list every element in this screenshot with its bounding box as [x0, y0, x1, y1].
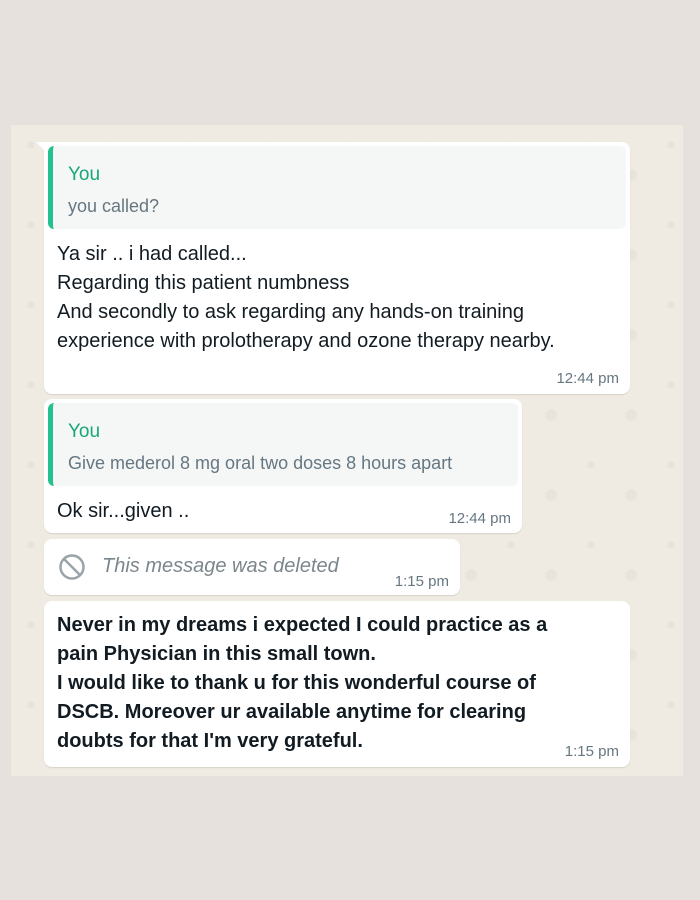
message-time: 12:44 pm: [556, 370, 619, 387]
quoted-message[interactable]: You Give mederol 8 mg oral two doses 8 h…: [48, 403, 518, 486]
quote-text: Give mederol 8 mg oral two doses 8 hours…: [68, 453, 453, 473]
blocked-circle-icon: [58, 553, 86, 581]
message-bubble[interactable]: You Give mederol 8 mg oral two doses 8 h…: [44, 399, 522, 533]
message-time: 12:44 pm: [448, 510, 511, 527]
quote-author: You: [68, 421, 101, 442]
message-line: Never in my dreams i expected I could pr…: [57, 614, 548, 636]
deleted-message-text: This message was deleted: [102, 555, 339, 577]
quote-author: You: [68, 164, 101, 185]
quoted-message[interactable]: You you called?: [48, 146, 626, 229]
message-line: I would like to thank u for this wonderf…: [57, 672, 536, 694]
message-line: Regarding this patient numbness: [57, 272, 350, 294]
message-time: 1:15 pm: [394, 573, 449, 590]
deleted-message-bubble[interactable]: This message was deleted 1:15 pm: [44, 539, 460, 595]
message-line: And secondly to ask regarding any hands-…: [57, 301, 524, 323]
message-line: pain Physician in this small town.: [57, 643, 376, 665]
message-time: 1:15 pm: [564, 743, 619, 760]
quote-text: you called?: [68, 196, 160, 216]
message-line: DSCB. Moreover ur available anytime for …: [57, 701, 527, 723]
chat-area: You you called? Ya sir .. i had called..…: [11, 125, 683, 776]
message-bubble[interactable]: You you called? Ya sir .. i had called..…: [36, 142, 630, 394]
message-line: doubts for that I'm very grateful.: [57, 730, 363, 752]
message-line: Ok sir...given ..: [57, 500, 190, 522]
message-line: experience with prolotherapy and ozone t…: [57, 330, 555, 352]
bubble-tail: [36, 142, 46, 152]
message-bubble[interactable]: Never in my dreams i expected I could pr…: [44, 601, 630, 767]
message-line: Ya sir .. i had called...: [57, 243, 247, 265]
